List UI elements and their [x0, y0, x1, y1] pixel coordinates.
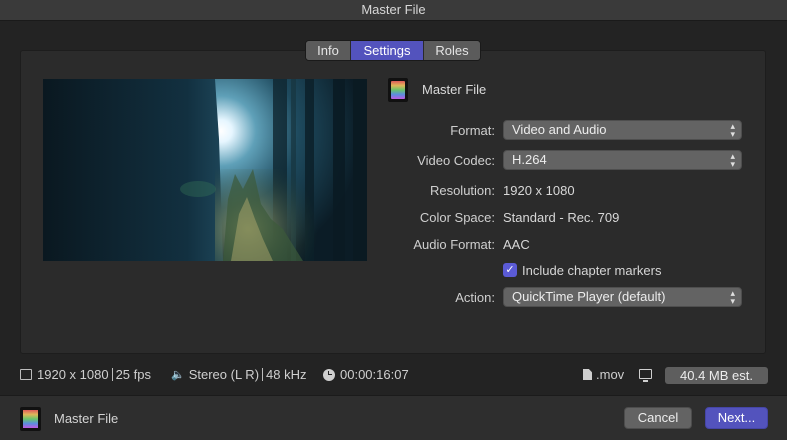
video-codec-value: H.264 — [512, 152, 547, 167]
extension-value: .mov — [596, 367, 625, 382]
action-value: QuickTime Player (default) — [512, 289, 666, 304]
chapter-markers-label: Include chapter markers — [522, 262, 662, 278]
window-title: Master File — [0, 0, 787, 21]
divider — [262, 368, 264, 381]
tab-roles[interactable]: Roles — [424, 41, 480, 60]
audio-format-label: Audio Format: — [413, 237, 495, 252]
film-strip-icon — [20, 407, 41, 431]
video-preview-thumbnail — [43, 79, 367, 261]
up-down-chevron-icon: ▴ ▾ — [730, 151, 735, 169]
frame-size-icon — [20, 369, 32, 380]
film-strip-icon — [388, 78, 408, 102]
video-codec-label: Video Codec: — [417, 153, 495, 168]
file-extension-info: .mov — [583, 367, 624, 382]
audio-format-value: AAC — [503, 237, 530, 252]
forest-scene-image — [43, 79, 367, 261]
document-icon — [583, 369, 592, 380]
video-info: 1920 x 1080 25 fps — [20, 367, 151, 382]
format-select[interactable]: Video and Audio ▴ ▾ — [503, 120, 742, 140]
audio-channels-info: Stereo (L R) — [188, 367, 260, 382]
next-button[interactable]: Next... — [705, 407, 768, 429]
tab-info[interactable]: Info — [306, 41, 351, 60]
compatible-devices-button[interactable] — [639, 369, 652, 382]
footer-title: Master File — [54, 411, 119, 426]
chapter-markers-option[interactable]: ✓ Include chapter markers — [503, 262, 661, 278]
color-space-label: Color Space: — [419, 210, 495, 225]
tab-bar: Info Settings Roles — [305, 40, 481, 61]
format-label: Format: — [450, 123, 495, 138]
speaker-icon: 🔈 — [171, 369, 185, 381]
cancel-button[interactable]: Cancel — [624, 407, 692, 429]
duration-info: 00:00:16:07 — [323, 367, 409, 382]
audio-info: 🔈 Stereo (L R) 48 kHz — [171, 367, 307, 382]
footer-bar: Master File Cancel Next... — [0, 395, 787, 440]
clock-icon — [323, 368, 335, 381]
duration-value: 00:00:16:07 — [340, 367, 409, 382]
action-select[interactable]: QuickTime Player (default) ▴ ▾ — [503, 287, 742, 307]
fps-info: 25 fps — [115, 367, 151, 382]
action-label: Action: — [455, 290, 495, 305]
file-size-estimate: 40.4 MB est. — [665, 367, 768, 384]
color-space-value: Standard - Rec. 709 — [503, 210, 620, 225]
sample-rate-info: 48 kHz — [266, 367, 307, 382]
monitor-icon — [639, 369, 652, 382]
chapter-markers-checkbox[interactable]: ✓ — [503, 263, 517, 277]
up-down-chevron-icon: ▴ ▾ — [730, 288, 735, 306]
destination-title: Master File — [422, 82, 487, 97]
format-value: Video and Audio — [512, 122, 607, 137]
divider — [111, 368, 113, 381]
resolution-info: 1920 x 1080 — [37, 367, 109, 382]
resolution-value: 1920 x 1080 — [503, 183, 575, 198]
resolution-label: Resolution: — [429, 183, 495, 198]
up-down-chevron-icon: ▴ ▾ — [730, 121, 735, 139]
video-codec-select[interactable]: H.264 ▴ ▾ — [503, 150, 742, 170]
tab-settings[interactable]: Settings — [351, 41, 424, 60]
